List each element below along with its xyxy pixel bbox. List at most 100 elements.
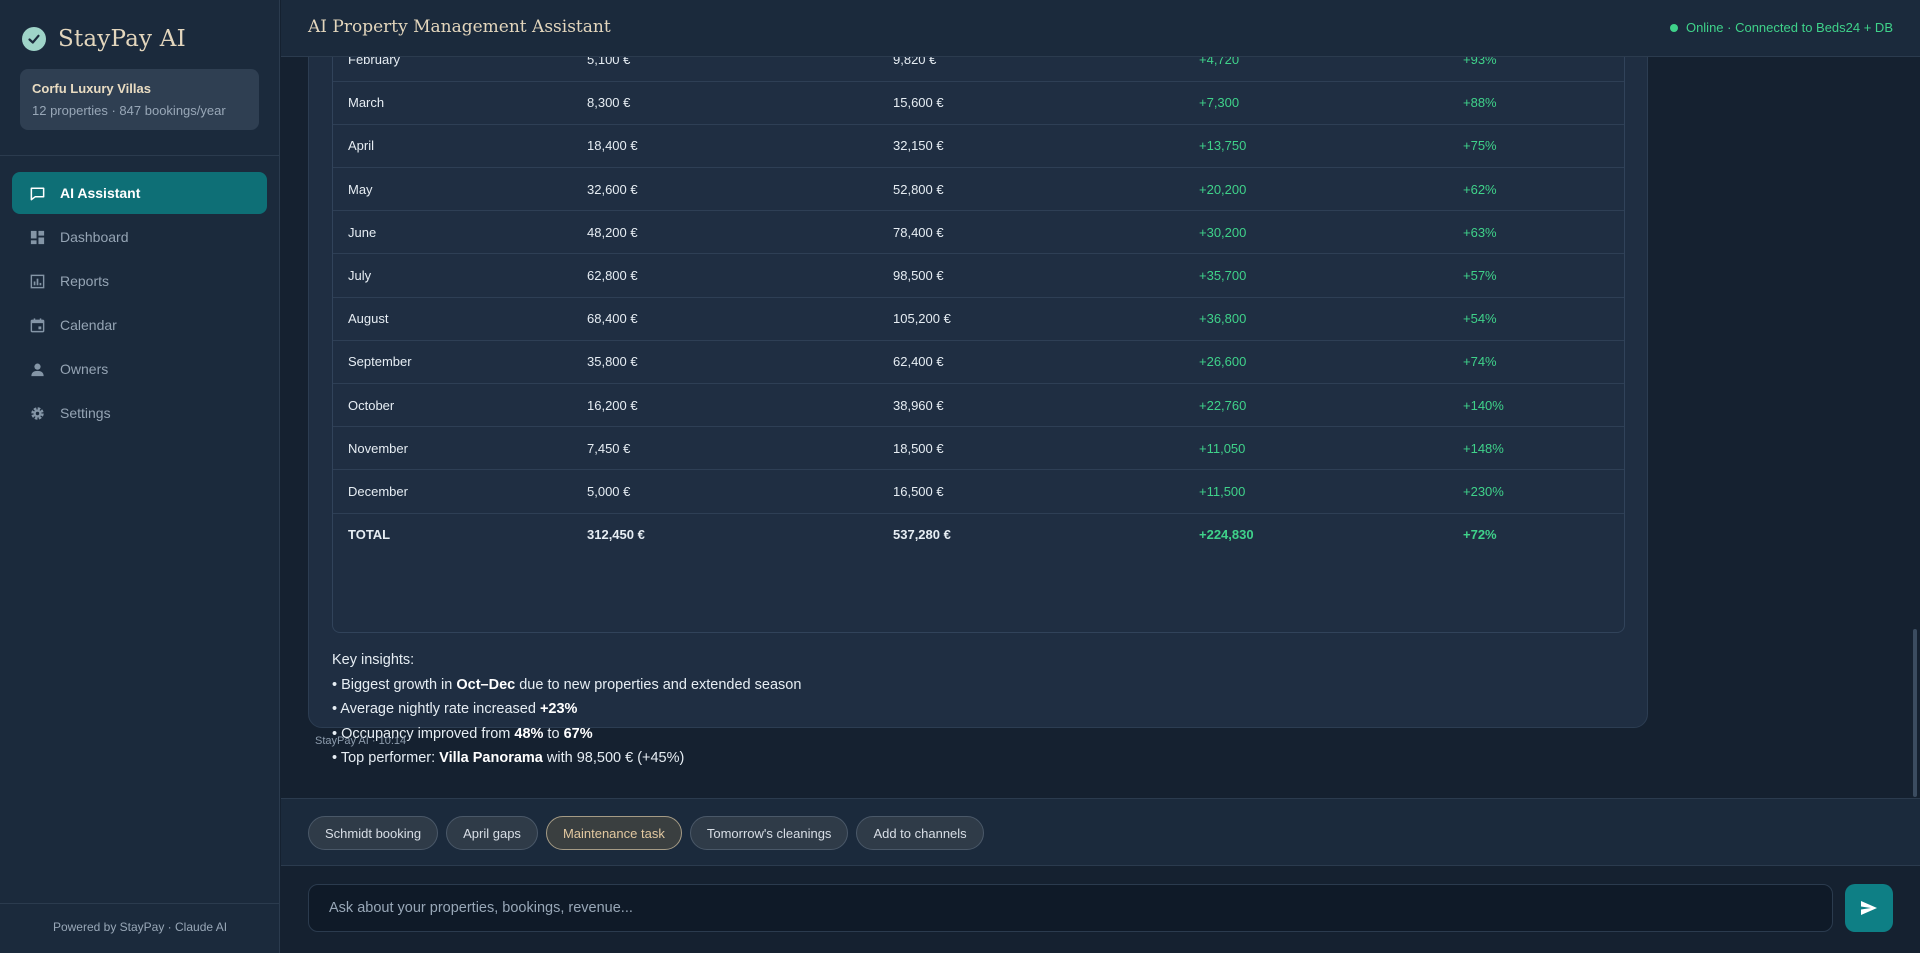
sidebar-item-label: Reports [60,273,110,289]
key-insights: Key insights: • Biggest growth in Oct–De… [332,648,801,771]
insight-highlight: +23% [539,701,578,717]
sidebar-footer-divider [0,903,280,904]
change-cell: +13,750 [1184,124,1448,169]
suggestion-tomorrows-cleanings[interactable]: Tomorrow's cleanings [689,816,849,850]
gear-icon [28,404,46,422]
curr-revenue-cell: 16,500 € [878,469,1184,514]
insights-heading: Key insights: [332,652,415,668]
insight-text: • Biggest growth in [332,676,457,693]
table-row: July 62,800 €98,500 € +35,700 +57% [333,253,1624,298]
change-cell: +4,720 [1184,57,1448,82]
prev-revenue-cell: 48,200 € [572,210,878,255]
prev-revenue-cell: 16,200 € [572,383,878,428]
curr-revenue-cell: 78,400 € [878,210,1184,255]
insight-text: due to new properties and extended seaso… [515,676,802,693]
month-cell: April [333,124,572,169]
prev-revenue-cell: 5,100 € [572,57,878,82]
curr-revenue-cell: 32,150 € [878,124,1184,169]
chat-area[interactable]: February 5,100 €9,820 € +4,720 +93% March 8,3… [281,57,1920,798]
suggestion-schmidt-booking[interactable]: Schmidt booking [308,816,439,850]
sidebar-nav: AI Assistant Dashboard Reports Calendar … [12,172,267,436]
month-cell: November [333,426,572,471]
change-cell: +11,050 [1184,426,1448,471]
dashboard-icon [28,228,46,246]
assistant-message: February 5,100 €9,820 € +4,720 +93% March 8,3… [308,57,1648,766]
sidebar-item-label: Owners [60,361,109,377]
month-cell: October [333,383,572,428]
org-meta: 12 properties · 847 bookings/year [32,103,226,118]
table-body: February 5,100 €9,820 € +4,720 +93% March 8,3… [333,57,1624,556]
prev-revenue-cell: 68,400 € [572,297,878,341]
message-timestamp: StayPay AI · 10:14 [315,735,407,747]
sidebar-item-calendar[interactable]: Calendar [12,304,267,346]
person-icon [28,360,46,378]
curr-revenue-cell: 52,800 € [878,167,1184,212]
sidebar-item-dashboard[interactable]: Dashboard [12,216,267,258]
org-name: Corfu Luxury Villas [32,81,151,96]
month-cell: September [333,340,572,385]
prev-revenue-cell: 32,600 € [572,167,878,212]
growth-cell: +75% [1448,124,1624,169]
growth-cell: +72% [1463,527,1497,543]
month-cell: TOTAL [348,527,391,543]
curr-revenue-cell: 38,960 € [878,383,1184,428]
sidebar: StayPay AI Corfu Luxury Villas 12 proper… [0,0,280,953]
chat-scrollbar[interactable] [1913,629,1917,797]
table-row: September 35,800 €62,400 € +26,600 +74% [333,340,1624,385]
month-cell: March [333,81,572,125]
curr-revenue-cell: 9,820 € [878,57,1184,82]
insight-highlight: Villa Panorama [439,750,543,766]
change-cell: +7,300 [1184,81,1448,125]
check-circle-icon [22,27,46,51]
insight-text: with 98,500 € (+45%) [542,750,685,766]
curr-revenue-cell: 18,500 € [878,426,1184,471]
growth-cell: +140% [1448,383,1624,428]
sidebar-item-label: AI Assistant [60,185,141,201]
insight-highlight: Oct–Dec [456,676,516,693]
curr-revenue-cell: 537,280 € [893,527,951,543]
org-card[interactable]: Corfu Luxury Villas 12 properties · 847 … [20,69,259,130]
change-cell: +22,760 [1184,383,1448,428]
table-row: April 18,400 €32,150 € +13,750 +75% [333,124,1624,169]
revenue-table: February 5,100 €9,820 € +4,720 +93% March 8,3… [332,57,1625,633]
sidebar-item-reports[interactable]: Reports [12,260,267,302]
insight-text: • Top performer: [332,750,440,766]
table-row: June 48,200 €78,400 € +30,200 +63% [333,210,1624,255]
table-row: November 7,450 €18,500 € +11,050 +148% [333,426,1624,471]
insight-item: • Top performer: Villa Panorama with 98,… [332,746,801,771]
suggestion-april-gaps[interactable]: April gaps [446,816,538,850]
send-button[interactable] [1845,884,1893,932]
brand[interactable]: StayPay AI [22,26,186,52]
sidebar-item-ai-assistant[interactable]: AI Assistant [12,172,267,214]
page-title: AI Property Management Assistant [308,17,611,37]
suggestion-maintenance-task[interactable]: Maintenance task [545,816,682,850]
sidebar-item-owners[interactable]: Owners [12,348,267,390]
prev-revenue-cell: 35,800 € [572,340,878,385]
status-text: Online · Connected to Beds24 + DB [1685,20,1893,35]
send-icon [1859,898,1879,918]
change-cell: +20,200 [1184,167,1448,212]
curr-revenue-cell: 15,600 € [878,81,1184,125]
growth-cell: +62% [1448,167,1624,212]
calendar-icon [28,316,46,334]
prev-revenue-cell: 7,450 € [572,426,878,471]
table-total-row: TOTAL 312,450 € 537,280 € +224,830 +72% [333,513,1624,556]
growth-cell: +93% [1448,57,1624,82]
chat-icon [28,184,46,202]
change-cell: +26,600 [1184,340,1448,385]
month-cell: February [333,57,572,82]
month-cell: June [333,210,572,255]
month-cell: August [333,297,572,341]
suggestion-bar: Schmidt booking April gaps Maintenance t… [281,798,1920,866]
table-row: February 5,100 €9,820 € +4,720 +93% [333,57,1624,82]
change-cell: +11,500 [1184,469,1448,514]
prev-revenue-cell: 62,800 € [572,253,878,298]
chat-input[interactable] [308,884,1833,932]
insight-text: • Average nightly rate increased [332,701,540,717]
table-row: March 8,300 €15,600 € +7,300 +88% [333,81,1624,125]
growth-cell: +57% [1448,253,1624,298]
sidebar-item-settings[interactable]: Settings [12,392,267,434]
connection-status: Online · Connected to Beds24 + DB [1669,20,1893,35]
insight-highlight: 67% [563,725,593,742]
suggestion-add-to-channels[interactable]: Add to channels [856,816,984,850]
